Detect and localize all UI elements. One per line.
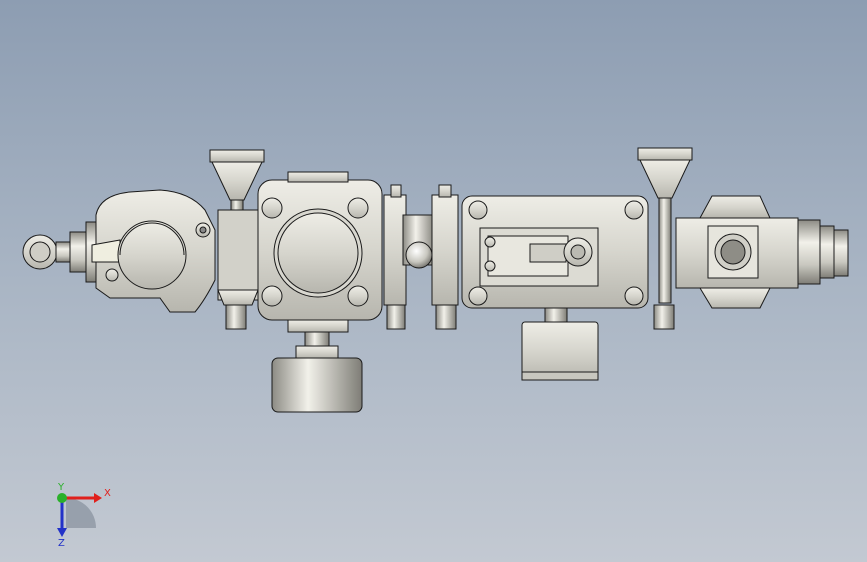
clamp-3 (431, 184, 459, 330)
assembly-model[interactable]: X Y Z (0, 0, 867, 562)
central-block (257, 171, 383, 333)
pressure-gauge (271, 331, 363, 413)
right-housing (461, 195, 649, 309)
x-axis-label: X (104, 488, 111, 499)
view-triad: X Y Z (57, 482, 111, 549)
clamp-1 (217, 209, 259, 330)
ball-valve (402, 214, 436, 269)
z-axis-label: Z (58, 538, 65, 549)
connector-box (521, 307, 599, 381)
right-end-fitting (675, 195, 849, 309)
y-axis-dot (57, 493, 67, 503)
y-axis-label: Y (57, 482, 65, 493)
cad-viewport[interactable]: X Y Z (0, 0, 867, 562)
left-switch-housing (91, 189, 216, 313)
left-ring-handle (22, 221, 97, 283)
